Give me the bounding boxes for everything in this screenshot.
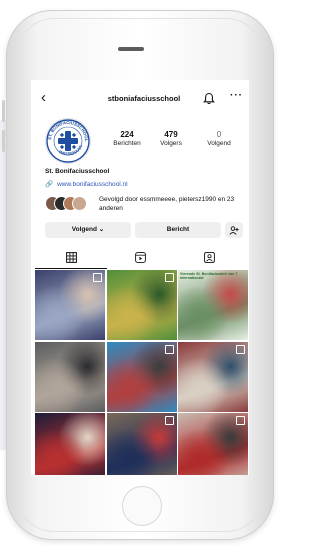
carousel-icon [236,344,245,354]
following-button-label: Volgend [71,226,97,233]
reels-icon [134,252,146,263]
add-user-button[interactable] [225,222,243,238]
post-thumbnail[interactable] [35,270,105,340]
stat-followers[interactable]: 479 Volgers [149,130,193,147]
profile-tabs [31,248,249,269]
post-thumbnail[interactable]: Vierende St. Bonifaciusdeel van 7 Intern… [178,270,248,340]
stat-following-value: 0 [216,130,222,139]
link-icon: 🔗 [45,181,54,188]
grid-icon [65,252,77,263]
stat-followers-label: Volgers [160,140,182,147]
carousel-icon [236,416,245,425]
followed-by-text: Gevolgd door essmmeeee, pietersz1990 en … [99,196,235,212]
message-button-label: Bericht [166,226,190,233]
following-button[interactable]: Volgend ⌄ [45,222,131,238]
profile-display-name: St. Bonifaciusschool [45,168,110,175]
stat-posts[interactable]: 224 Berichten [105,130,149,147]
volume-down-button [2,130,5,152]
carousel-icon [164,416,174,425]
tab-grid[interactable] [35,248,107,269]
tagged-person-icon [203,252,215,263]
school-logo: ST. BONIFACIUSSCHOOL WASSENAAR [46,119,90,163]
phone-screen: ‹ stboniafaciusschool ··· ST. BONIFACIUS… [31,80,249,475]
notification-bell-icon[interactable] [203,92,215,105]
more-options-icon[interactable]: ··· [230,90,243,101]
stat-followers-value: 479 [164,130,178,139]
tab-reels[interactable] [104,248,176,268]
stat-following-label: Volgend [207,140,231,147]
followed-by-row[interactable]: Gevolgd door essmmeeee, pietersz1990 en … [45,194,245,216]
post-thumbnail[interactable] [35,341,105,412]
profile-username: stboniafaciusschool [107,94,181,103]
stat-posts-value: 224 [120,130,134,139]
top-bar: ‹ stboniafaciusschool ··· [31,88,249,110]
post-thumbnail[interactable] [106,341,177,412]
stat-following[interactable]: 0 Volgend [197,130,241,147]
website-link[interactable]: 🔗 www.bonifaciusschool.nl [45,180,128,188]
tab-tagged[interactable] [173,248,245,268]
carousel-icon [164,344,174,354]
home-button[interactable] [122,486,162,526]
add-user-icon [229,226,239,235]
follower-avatar [72,196,87,211]
post-thumbnail[interactable] [178,413,248,475]
phone-speaker [118,47,144,51]
message-button[interactable]: Bericht [135,222,221,238]
website-text: www.bonifaciusschool.nl [57,181,128,188]
carousel-icon [93,273,102,282]
back-arrow-icon[interactable]: ‹ [41,90,46,106]
post-thumbnail[interactable] [106,270,177,340]
post-thumbnail[interactable] [178,341,248,412]
post-thumbnail[interactable] [35,413,105,475]
post-caption-overlay: Vierende St. Bonifaciusdeel van 7 Intern… [180,272,238,281]
stat-posts-label: Berichten [113,140,141,147]
profile-avatar[interactable]: ST. BONIFACIUSSCHOOL WASSENAAR [45,118,91,164]
volume-up-button [2,100,5,122]
carousel-icon [164,273,174,282]
chevron-down-icon: ⌄ [98,226,105,233]
post-thumbnail[interactable] [106,413,177,475]
